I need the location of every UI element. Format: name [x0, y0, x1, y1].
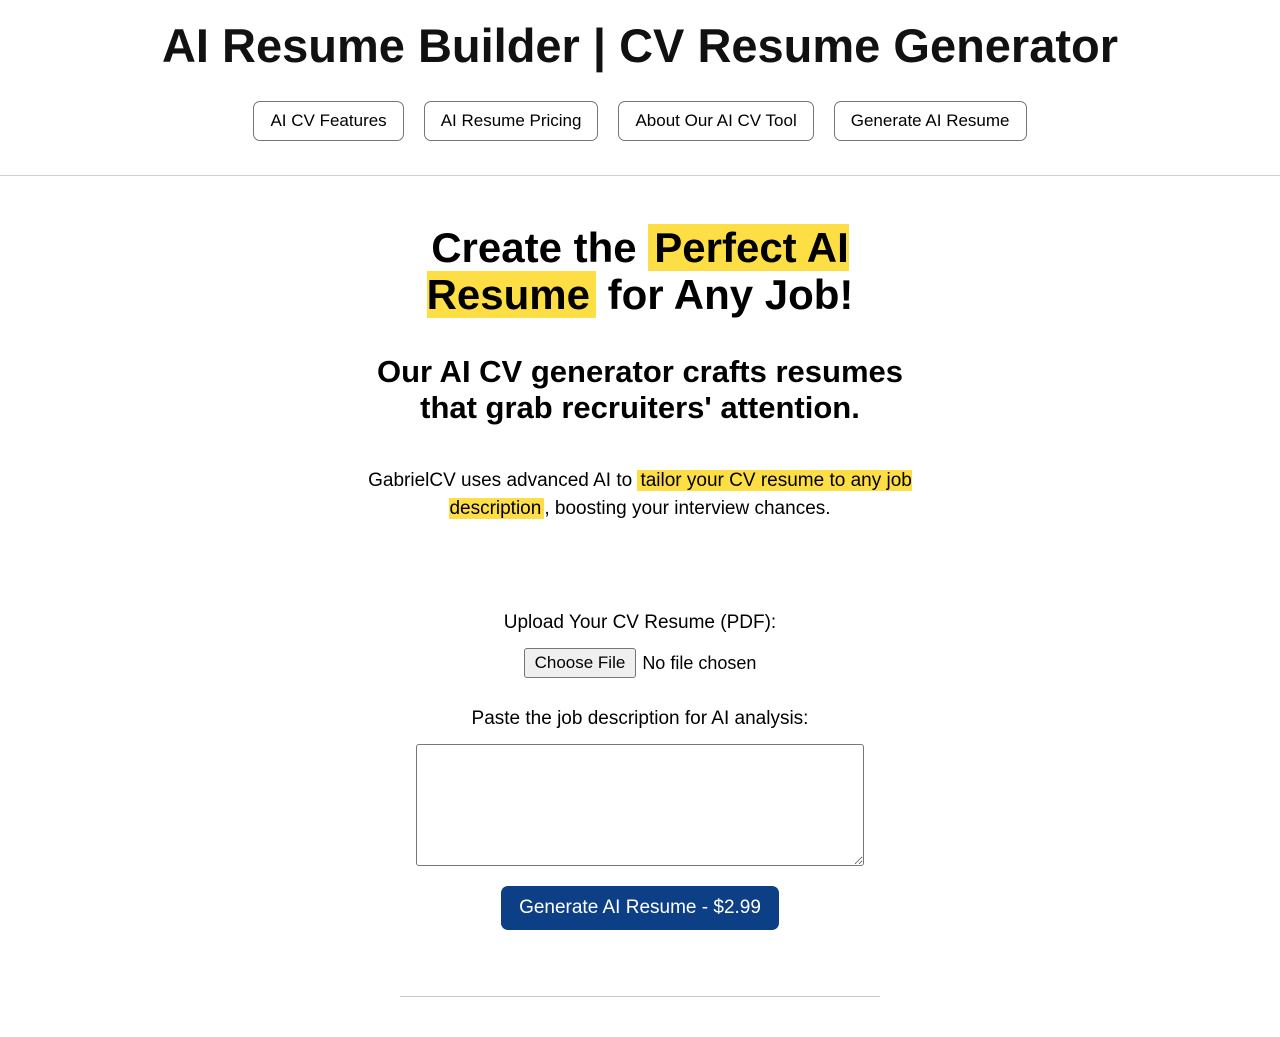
description: GabrielCV uses advanced AI to tailor you…	[360, 467, 920, 522]
hero-prefix: Create the	[431, 224, 648, 271]
file-status: No file chosen	[642, 653, 756, 674]
choose-file-button[interactable]: Choose File	[524, 648, 637, 678]
nav-generate-button[interactable]: Generate AI Resume	[834, 101, 1027, 141]
hero-heading: Create the Perfect AI Resume for Any Job…	[360, 224, 920, 318]
upload-label: Upload Your CV Resume (PDF):	[360, 612, 920, 634]
generate-resume-button[interactable]: Generate AI Resume - $2.99	[501, 886, 779, 930]
sub-heading: Our AI CV generator crafts resumes that …	[360, 354, 920, 425]
page-header: AI Resume Builder | CV Resume Generator …	[0, 0, 1280, 176]
main-content: Create the Perfect AI Resume for Any Job…	[360, 176, 920, 1037]
section-divider	[400, 996, 880, 997]
main-nav: AI CV Features AI Resume Pricing About O…	[0, 101, 1280, 141]
nav-features-button[interactable]: AI CV Features	[253, 101, 403, 141]
description-suffix: , boosting your interview chances.	[544, 498, 830, 519]
file-input-row: Choose File No file chosen	[360, 648, 920, 678]
page-title: AI Resume Builder | CV Resume Generator	[0, 18, 1280, 73]
nav-about-button[interactable]: About Our AI CV Tool	[618, 101, 813, 141]
job-description-textarea[interactable]	[416, 744, 864, 866]
description-prefix: GabrielCV uses advanced AI to	[368, 470, 637, 491]
paste-label: Paste the job description for AI analysi…	[360, 708, 920, 730]
hero-suffix: for Any Job!	[596, 271, 853, 318]
nav-pricing-button[interactable]: AI Resume Pricing	[424, 101, 599, 141]
